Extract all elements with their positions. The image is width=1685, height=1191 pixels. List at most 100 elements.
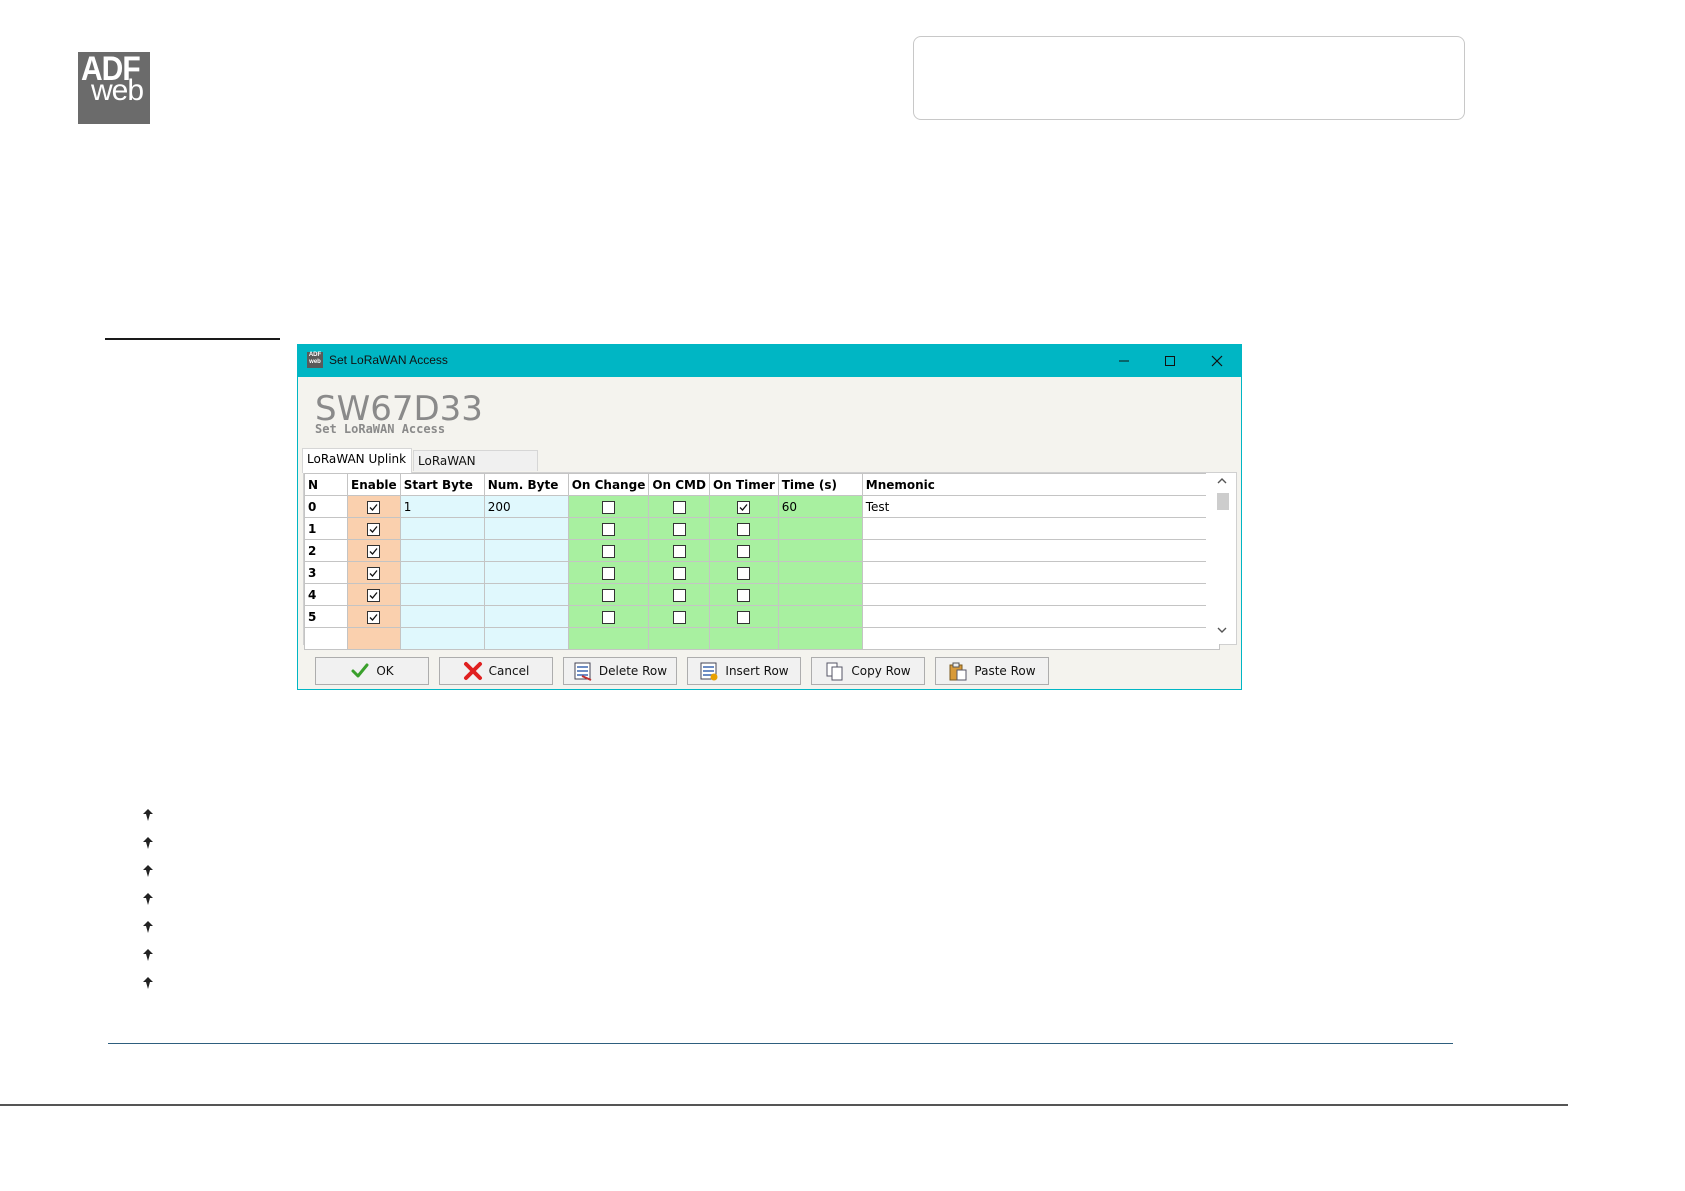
cell-enable[interactable] [347,517,401,540]
cell-mnemonic[interactable] [861,517,1220,540]
cell-on-timer[interactable] [708,539,779,562]
cell-on-cmd-checkbox[interactable] [672,610,686,624]
cell-on-change[interactable] [567,539,650,562]
cell-enable-checkbox[interactable] [367,500,381,514]
cell-on-change[interactable] [567,605,650,628]
cell-start-byte[interactable] [399,583,485,606]
cell-num-byte[interactable] [483,583,569,606]
cell-time[interactable]: 60 [777,495,863,518]
cell-on-cmd[interactable] [648,495,710,518]
col-header-enable[interactable]: Enable [347,473,401,496]
cell-num-byte[interactable] [483,539,569,562]
table-row[interactable]: 2 [304,539,1220,562]
cell-on-timer[interactable] [708,561,779,584]
cell-start-byte[interactable]: 1 [399,495,485,518]
cell-on-timer[interactable] [708,605,779,628]
tab-lorawan-downlink[interactable]: LoRaWAN Downlink [413,450,538,488]
minimize-button[interactable] [1101,345,1147,377]
col-header-start-byte[interactable]: Start Byte [399,473,485,496]
table-row[interactable]: 1 [304,517,1220,540]
cell-time[interactable] [777,561,863,584]
grid-vertical-scrollbar[interactable] [1206,473,1236,644]
cell-enable[interactable] [347,539,401,562]
cell-on-cmd-checkbox[interactable] [672,500,686,514]
cell-time[interactable] [777,583,863,606]
cell-n[interactable]: 1 [304,517,348,540]
cell-mnemonic[interactable] [861,539,1220,562]
col-header-on-change[interactable]: On Change [567,473,650,496]
cell-mnemonic[interactable] [861,583,1220,606]
table-row[interactable]: 4 [304,583,1220,606]
cell-enable-checkbox[interactable] [367,566,381,580]
cell-on-timer-checkbox[interactable] [737,610,751,624]
cell-on-timer-checkbox[interactable] [737,522,751,536]
cell-on-timer-checkbox[interactable] [737,566,751,580]
dialog-titlebar[interactable]: ADF web Set LoRaWAN Access [298,345,1241,377]
cell-num-byte[interactable]: 200 [483,495,569,518]
cell-num-byte[interactable] [483,561,569,584]
maximize-button[interactable] [1147,345,1193,377]
cell-on-timer[interactable] [708,495,779,518]
cell-num-byte[interactable] [483,517,569,540]
col-header-on-cmd[interactable]: On CMD [648,473,710,496]
cell-on-change[interactable] [567,517,650,540]
cell-start-byte[interactable] [399,605,485,628]
cell-on-cmd-checkbox[interactable] [672,588,686,602]
cell-on-cmd-checkbox[interactable] [672,544,686,558]
cell-on-timer[interactable] [708,517,779,540]
cell-n[interactable]: 4 [304,583,348,606]
cell-on-timer-checkbox[interactable] [737,500,751,514]
copy-row-button[interactable]: Copy Row [811,657,925,685]
cell-on-cmd[interactable] [648,561,710,584]
cell-on-change[interactable] [567,561,650,584]
cell-on-change-checkbox[interactable] [602,610,615,624]
cell-on-timer[interactable] [708,583,779,606]
cancel-button[interactable]: Cancel [439,657,553,685]
cell-on-change[interactable] [567,583,650,606]
cell-n[interactable]: 2 [304,539,348,562]
cell-on-cmd[interactable] [648,605,710,628]
cell-enable[interactable] [347,605,401,628]
cell-on-cmd[interactable] [648,583,710,606]
col-header-time[interactable]: Time (s) [777,473,863,496]
cell-on-timer-checkbox[interactable] [737,544,751,558]
cell-num-byte[interactable] [483,605,569,628]
cell-start-byte[interactable] [399,539,485,562]
cell-on-change-checkbox[interactable] [602,566,615,580]
cell-on-change-checkbox[interactable] [602,544,615,558]
cell-n[interactable]: 3 [304,561,348,584]
cell-enable[interactable] [347,583,401,606]
scroll-down-icon[interactable] [1217,626,1227,634]
cell-on-change-checkbox[interactable] [602,500,615,514]
cell-mnemonic[interactable] [861,561,1220,584]
col-header-on-timer[interactable]: On Timer [708,473,779,496]
cell-on-change-checkbox[interactable] [602,522,615,536]
paste-row-button[interactable]: Paste Row [935,657,1049,685]
insert-row-button[interactable]: Insert Row [687,657,801,685]
cell-start-byte[interactable] [399,517,485,540]
cell-enable-checkbox[interactable] [367,610,381,624]
table-row[interactable]: 0 1 200 60 Test [304,495,1220,518]
cell-time[interactable] [777,605,863,628]
scroll-thumb[interactable] [1217,493,1229,510]
col-header-mnemonic[interactable]: Mnemonic [861,473,1220,496]
cell-enable[interactable] [347,495,401,518]
cell-on-cmd-checkbox[interactable] [672,522,686,536]
cell-n[interactable]: 0 [304,495,348,518]
cell-on-cmd[interactable] [648,539,710,562]
cell-on-cmd-checkbox[interactable] [672,566,686,580]
cell-time[interactable] [777,539,863,562]
close-button[interactable] [1194,345,1240,377]
cell-start-byte[interactable] [399,561,485,584]
cell-mnemonic[interactable]: Test [861,495,1220,518]
cell-on-change-checkbox[interactable] [602,588,615,602]
cell-enable-checkbox[interactable] [367,544,381,558]
cell-enable-checkbox[interactable] [367,588,381,602]
cell-on-timer-checkbox[interactable] [737,588,751,602]
delete-row-button[interactable]: Delete Row [563,657,677,685]
cell-n[interactable]: 5 [304,605,348,628]
ok-button[interactable]: OK [315,657,429,685]
table-row[interactable]: 3 [304,561,1220,584]
cell-enable[interactable] [347,561,401,584]
cell-on-cmd[interactable] [648,517,710,540]
